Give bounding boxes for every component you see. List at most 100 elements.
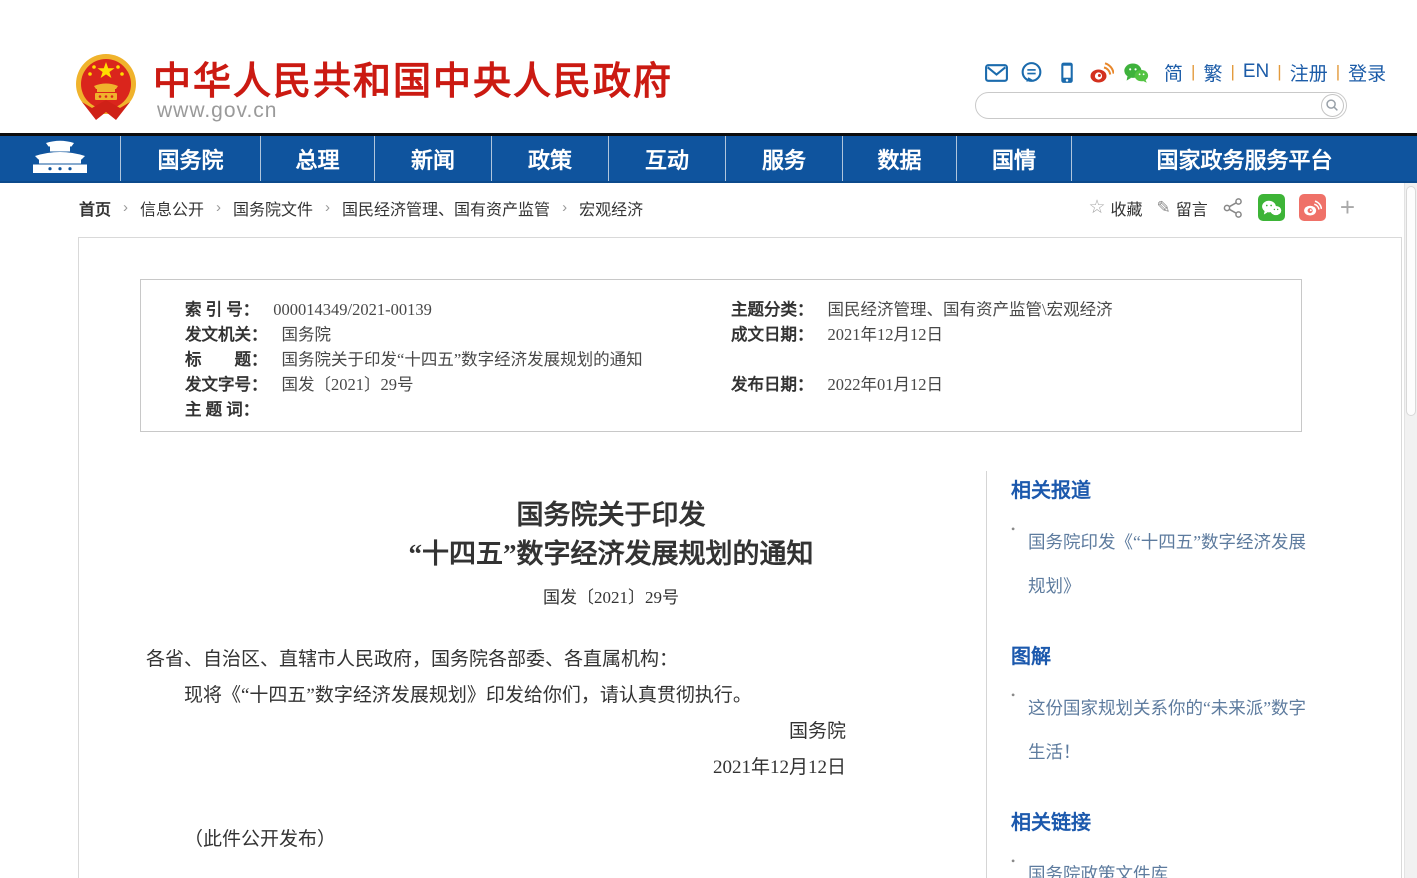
link-simplified[interactable]: 简 [1164, 59, 1183, 86]
link-english[interactable]: EN [1243, 61, 1269, 83]
meta-row-keywords: 主 题 词： [185, 397, 725, 422]
sidebar-divider [986, 471, 987, 878]
meta-value: 2022年01月12日 [828, 372, 944, 397]
sidebar-section-related-links: 相关链接 • 国务院政策文件库 [1011, 810, 1311, 878]
nav-tab-interaction[interactable]: 互动 [608, 136, 725, 181]
breadcrumb: 首页 › 信息公开 › 国务院文件 › 国民经济管理、国有资产监管 › 宏观经济 [79, 183, 643, 232]
nav-home-tab[interactable] [0, 136, 120, 181]
breadcrumb-info-disclosure[interactable]: 信息公开 [140, 196, 204, 220]
nav-tab-state-council[interactable]: 国务院 [120, 136, 260, 181]
sidebar-link-related-report[interactable]: • 国务院印发《“十四五”数字经济发展规划》 [1011, 520, 1311, 608]
meta-row-title: 标 题： 国务院关于印发“十四五”数字经济发展规划的通知 [185, 347, 725, 372]
breadcrumb-home[interactable]: 首页 [79, 196, 111, 220]
breadcrumb-economy-category[interactable]: 国民经济管理、国有资产监管 [342, 196, 550, 220]
scrollbar-thumb[interactable] [1406, 186, 1416, 416]
pencil-icon: ✎ [1157, 198, 1171, 218]
site-header: 中华人民共和国中央人民政府 www.gov.cn 简 | 繁 | [0, 0, 1417, 133]
page: 中华人民共和国中央人民政府 www.gov.cn 简 | 繁 | [0, 0, 1417, 878]
link-register[interactable]: 注册 [1290, 59, 1328, 86]
meta-row-issuing-agency: 发文机关： 国务院 [185, 322, 725, 347]
meta-row-index-no: 索 引 号： 000014349/2021-00139 [185, 297, 725, 322]
comment-label: 留言 [1176, 196, 1208, 220]
meta-row-written-date: 成文日期： 2021年12月12日 [731, 322, 1271, 347]
meta-row-spacer [731, 347, 1271, 372]
meta-value: 国务院关于印发“十四五”数字经济发展规划的通知 [282, 347, 643, 372]
mail-icon[interactable] [983, 59, 1009, 85]
page-actions: ☆ 收藏 ✎ 留言 + [1088, 183, 1355, 232]
meta-label: 发布日期： [731, 372, 814, 397]
lang-account-links: 简 | 繁 | EN | 注册 | 登录 [1164, 59, 1386, 86]
document-title-line1: 国务院关于印发 [146, 496, 986, 535]
paragraph-addressees: 各省、自治区、直辖市人民政府，国务院各部委、各直属机构： [146, 642, 986, 678]
link-login[interactable]: 登录 [1348, 59, 1386, 86]
sidebar-link-label: 国务院印发《“十四五”数字经济发展规划》 [1028, 532, 1306, 596]
main-nav: 国务院 总理 新闻 政策 互动 服务 数据 国情 国家政务服务平台 [0, 133, 1417, 183]
meta-row-topic-category: 主题分类： 国民经济管理、国有资产监管\宏观经济 [731, 297, 1271, 322]
content-panel: 索 引 号： 000014349/2021-00139 发文机关： 国务院 标 … [78, 237, 1402, 878]
nav-tab-premier[interactable]: 总理 [260, 136, 374, 181]
meta-right-column: 主题分类： 国民经济管理、国有资产监管\宏观经济 成文日期： 2021年12月1… [731, 297, 1271, 397]
search-input[interactable] [988, 95, 1321, 117]
nav-tab-policy[interactable]: 政策 [491, 136, 608, 181]
breadcrumb-separator: › [216, 199, 221, 216]
meta-label: 标 题： [185, 347, 268, 372]
nav-tab-data[interactable]: 数据 [842, 136, 956, 181]
document-body: 各省、自治区、直辖市人民政府，国务院各部委、各直属机构： 现将《“十四五”数字经… [146, 642, 986, 858]
meta-row-publish-date: 发布日期： 2022年01月12日 [731, 372, 1271, 397]
comment-button[interactable]: ✎ 留言 [1157, 196, 1208, 220]
link-separator: | [1191, 62, 1195, 82]
link-separator: | [1230, 62, 1234, 82]
bullet-icon: • [1011, 673, 1015, 717]
header-utility-row: 简 | 繁 | EN | 注册 | 登录 [983, 57, 1386, 87]
mobile-phone-icon[interactable] [1053, 59, 1079, 85]
favorite-label: 收藏 [1111, 196, 1143, 220]
breadcrumb-separator: › [325, 199, 330, 216]
sidebar-link-infographic[interactable]: • 这份国家规划关系你的“未来派”数字生活！ [1011, 686, 1311, 774]
site-title: 中华人民共和国中央人民政府 [153, 50, 673, 105]
document-title-line2: “十四五”数字经济发展规划的通知 [146, 535, 986, 574]
meta-row-doc-number: 发文字号： 国发〔2021〕29号 [185, 372, 725, 397]
link-separator: | [1336, 62, 1340, 82]
breadcrumb-macro-economy[interactable]: 宏观经济 [579, 196, 643, 220]
document-meta-box: 索 引 号： 000014349/2021-00139 发文机关： 国务院 标 … [140, 279, 1302, 432]
comment-bubble-icon[interactable] [1018, 59, 1044, 85]
meta-label: 成文日期： [731, 322, 814, 347]
share-button[interactable] [1222, 197, 1244, 219]
signature-date: 2021年12月12日 [146, 750, 846, 786]
meta-value: 000014349/2021-00139 [273, 297, 432, 322]
weibo-icon[interactable] [1088, 59, 1114, 85]
sidebar-heading-infographic[interactable]: 图解 [1011, 644, 1311, 670]
nav-tab-services[interactable]: 服务 [725, 136, 842, 181]
meta-label: 索 引 号： [185, 297, 259, 322]
sidebar-heading-related-links[interactable]: 相关链接 [1011, 810, 1311, 836]
nav-tab-news[interactable]: 新闻 [374, 136, 491, 181]
nav-tab-gov-service-platform[interactable]: 国家政务服务平台 [1071, 136, 1417, 181]
meta-label: 发文机关： [185, 322, 268, 347]
meta-left-column: 索 引 号： 000014349/2021-00139 发文机关： 国务院 标 … [185, 297, 725, 422]
sidebar-section-related-reports: 相关报道 • 国务院印发《“十四五”数字经济发展规划》 [1011, 478, 1311, 608]
sidebar-section-infographic: 图解 • 这份国家规划关系你的“未来派”数字生活！ [1011, 644, 1311, 774]
favorite-button[interactable]: ☆ 收藏 [1088, 196, 1142, 220]
share-wechat-button[interactable] [1258, 194, 1285, 221]
nav-tab-national-conditions[interactable]: 国情 [956, 136, 1071, 181]
search-bar [975, 92, 1347, 119]
document-article: 国务院关于印发 “十四五”数字经济发展规划的通知 国发〔2021〕29号 各省、… [146, 496, 986, 858]
search-button[interactable] [1321, 94, 1344, 117]
breadcrumb-separator: › [123, 199, 128, 216]
more-share-button[interactable]: + [1340, 194, 1355, 221]
sidebar-link-policy-library[interactable]: • 国务院政策文件库 [1011, 852, 1311, 878]
vertical-scrollbar[interactable] [1404, 183, 1417, 878]
signature-block: 国务院 2021年12月12日 [146, 714, 986, 786]
wechat-icon[interactable] [1123, 59, 1149, 85]
meta-value: 国务院 [282, 322, 332, 347]
tiananmen-icon [23, 138, 97, 180]
link-traditional[interactable]: 繁 [1203, 59, 1222, 86]
meta-label: 主 题 词： [185, 397, 259, 422]
sidebar-heading-related-reports[interactable]: 相关报道 [1011, 478, 1311, 504]
bullet-icon: • [1011, 507, 1015, 551]
meta-value: 国发〔2021〕29号 [282, 372, 414, 397]
related-sidebar: 相关报道 • 国务院印发《“十四五”数字经济发展规划》 图解 • 这份国家规划关… [1011, 478, 1311, 878]
share-weibo-button[interactable] [1299, 194, 1326, 221]
meta-value: 2021年12月12日 [828, 322, 944, 347]
breadcrumb-state-council-docs[interactable]: 国务院文件 [233, 196, 313, 220]
